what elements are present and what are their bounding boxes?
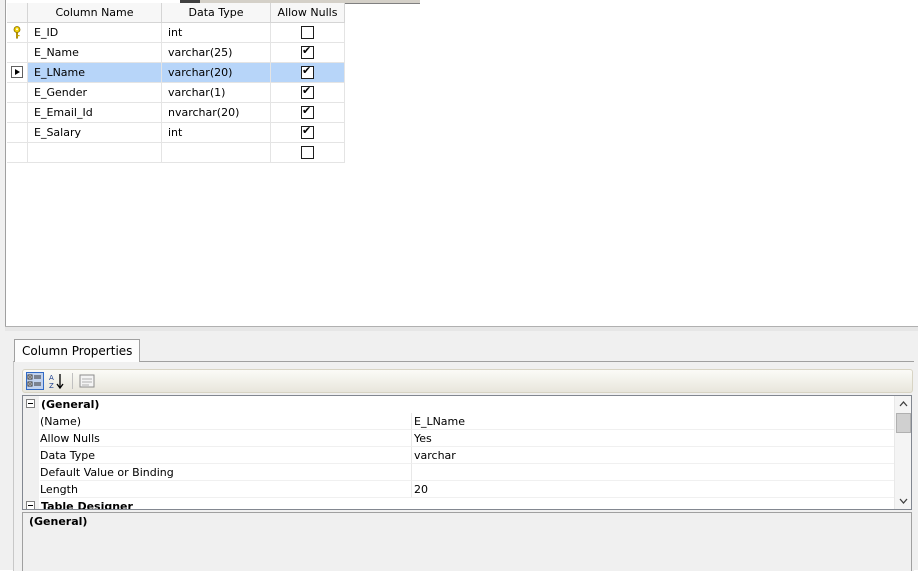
allow-nulls-checkbox[interactable] xyxy=(301,44,314,59)
property-name: Data Type xyxy=(40,447,412,464)
key-icon xyxy=(13,26,21,39)
allow-nulls-checkbox[interactable] xyxy=(301,64,314,79)
allow-nulls-header[interactable]: Allow Nulls xyxy=(271,3,345,23)
property-row[interactable]: Default Value or Binding xyxy=(23,464,897,481)
table-design-grid: Column Name Data Type Allow Nulls E_ID in… xyxy=(7,3,345,163)
property-value[interactable] xyxy=(412,464,897,481)
data-type-cell[interactable]: varchar(1) xyxy=(162,83,271,103)
property-pages-icon[interactable] xyxy=(78,372,96,390)
allow-nulls-cell xyxy=(271,123,345,143)
row-selector[interactable] xyxy=(7,83,28,103)
property-value[interactable]: Yes xyxy=(412,430,897,447)
description-panel: (General) xyxy=(22,512,912,571)
allow-nulls-cell xyxy=(271,63,345,83)
data-type-cell[interactable]: int xyxy=(162,123,271,143)
scroll-up-icon[interactable] xyxy=(895,396,911,412)
table-row[interactable]: E_Email_Id nvarchar(20) xyxy=(7,103,345,123)
allow-nulls-checkbox[interactable] xyxy=(301,124,314,139)
property-row[interactable]: Allow Nulls Yes xyxy=(23,430,897,447)
data-type-cell[interactable]: nvarchar(20) xyxy=(162,103,271,123)
table-row[interactable]: E_Name varchar(25) xyxy=(7,43,345,63)
data-type-header[interactable]: Data Type xyxy=(162,3,271,23)
scroll-down-icon[interactable] xyxy=(895,493,911,509)
allow-nulls-cell xyxy=(271,143,345,163)
property-name: (Name) xyxy=(40,413,412,430)
property-toolbar: A Z xyxy=(22,369,913,393)
collapse-icon[interactable] xyxy=(26,399,35,408)
property-value[interactable]: varchar xyxy=(412,447,897,464)
property-value[interactable]: E_LName xyxy=(412,413,897,430)
property-row[interactable]: Length 20 xyxy=(23,481,897,498)
row-selector[interactable] xyxy=(7,43,28,63)
row-selector[interactable] xyxy=(7,103,28,123)
toolbar-separator xyxy=(72,373,73,389)
property-row[interactable]: Data Type varchar xyxy=(23,447,897,464)
table-row[interactable]: E_Salary int xyxy=(7,123,345,143)
category-table-designer-row[interactable]: Table Designer xyxy=(23,498,895,510)
column-name-cell[interactable]: E_ID xyxy=(28,23,162,43)
category-general-row[interactable]: (General) xyxy=(23,396,895,413)
allow-nulls-checkbox[interactable] xyxy=(301,104,314,119)
property-grid: (General) (Name) E_LName Allow Nulls Yes Dat… xyxy=(22,395,912,510)
row-selector[interactable] xyxy=(7,143,28,163)
property-value[interactable]: 20 xyxy=(412,481,897,498)
collapse-icon[interactable] xyxy=(26,501,35,509)
property-name: Length xyxy=(40,481,412,498)
allow-nulls-cell xyxy=(271,23,345,43)
column-name-cell[interactable] xyxy=(28,143,162,163)
description-title: (General) xyxy=(29,515,88,528)
allow-nulls-cell xyxy=(271,43,345,63)
data-type-cell[interactable]: varchar(25) xyxy=(162,43,271,63)
table-row[interactable]: E_Gender varchar(1) xyxy=(7,83,345,103)
svg-text:Z: Z xyxy=(49,382,54,390)
categorized-icon[interactable] xyxy=(26,372,44,390)
table-row[interactable]: E_ID int xyxy=(7,23,345,43)
svg-text:A: A xyxy=(49,374,54,382)
property-name: Default Value or Binding xyxy=(40,464,412,481)
property-scrollbar[interactable] xyxy=(894,396,911,509)
grid-header-row: Column Name Data Type Allow Nulls xyxy=(7,3,345,23)
column-name-cell[interactable]: E_Name xyxy=(28,43,162,63)
data-type-cell[interactable]: varchar(20) xyxy=(162,63,271,83)
data-type-cell[interactable] xyxy=(162,143,271,163)
property-row[interactable]: (Name) E_LName xyxy=(23,413,897,430)
table-row[interactable] xyxy=(7,143,345,163)
tab-column-properties[interactable]: Column Properties xyxy=(14,339,141,362)
allow-nulls-cell xyxy=(271,103,345,123)
column-name-cell[interactable]: E_LName xyxy=(28,63,162,83)
data-type-cell[interactable]: int xyxy=(162,23,271,43)
row-selector[interactable] xyxy=(7,123,28,143)
allow-nulls-checkbox[interactable] xyxy=(301,146,314,159)
category-label: Table Designer xyxy=(41,500,133,510)
column-name-cell[interactable]: E_Email_Id xyxy=(28,103,162,123)
column-name-cell[interactable]: E_Salary xyxy=(28,123,162,143)
category-label: (General) xyxy=(41,398,100,411)
row-selector[interactable] xyxy=(7,63,28,83)
allow-nulls-checkbox[interactable] xyxy=(301,26,314,39)
scroll-thumb[interactable] xyxy=(896,413,911,433)
allow-nulls-cell xyxy=(271,83,345,103)
row-selector-arrow-icon xyxy=(11,66,23,78)
row-selector[interactable] xyxy=(7,23,28,43)
allow-nulls-checkbox[interactable] xyxy=(301,84,314,99)
column-name-header[interactable]: Column Name xyxy=(28,3,162,23)
column-name-cell[interactable]: E_Gender xyxy=(28,83,162,103)
property-name: Allow Nulls xyxy=(40,430,412,447)
alphabetical-sort-icon[interactable]: A Z xyxy=(48,372,66,390)
table-row[interactable]: E_LName varchar(20) xyxy=(7,63,345,83)
row-selector-header xyxy=(7,3,28,23)
